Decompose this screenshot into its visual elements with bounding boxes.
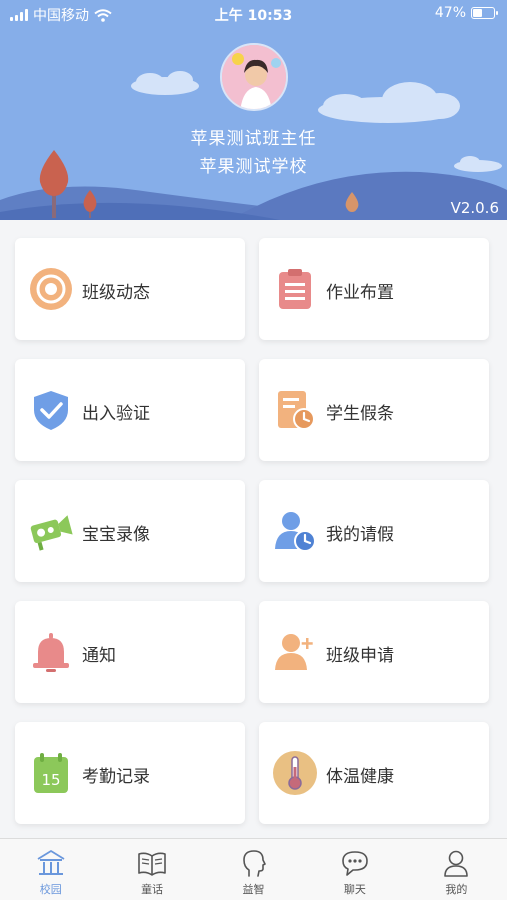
menu-label: 通知 <box>82 646 116 666</box>
teacher-name: 苹果测试班主任 <box>190 129 317 149</box>
menu-card-my-leave[interactable]: 我的请假 <box>259 480 489 582</box>
tab-puzzle[interactable]: 益智 <box>203 839 304 900</box>
avatar[interactable] <box>220 43 288 111</box>
tab-campus[interactable]: 校园 <box>0 839 101 900</box>
tab-stories[interactable]: 童话 <box>101 839 202 900</box>
profile-icon <box>444 850 469 877</box>
status-time: 上午 10:53 <box>214 8 293 24</box>
menu-grid: 班级动态 作业布置 出入验证 学生假条 宝宝录像 我的请假 通知 班级申请 15… <box>0 220 507 838</box>
school-name: 苹果测试学校 <box>199 157 308 177</box>
menu-label: 我的请假 <box>326 525 394 545</box>
bell-icon <box>33 633 69 672</box>
add-user-icon <box>275 634 313 670</box>
menu-card-temperature[interactable]: 体温健康 <box>259 722 489 824</box>
homework-icon <box>279 269 311 309</box>
tab-label: 聊天 <box>343 883 366 896</box>
menu-label: 班级申请 <box>326 646 394 666</box>
book-icon <box>138 852 166 876</box>
head-icon <box>242 850 266 877</box>
menu-card-notice[interactable]: 通知 <box>15 601 245 703</box>
menu-card-access-verify[interactable]: 出入验证 <box>15 359 245 461</box>
menu-card-baby-video[interactable]: 宝宝录像 <box>15 480 245 582</box>
thermometer-icon <box>273 751 317 795</box>
leave-note-icon <box>278 391 315 430</box>
menu-card-class-apply[interactable]: 班级申请 <box>259 601 489 703</box>
tab-chat[interactable]: 聊天 <box>304 839 405 900</box>
tab-label: 童话 <box>141 883 164 896</box>
calendar-icon: 15 <box>34 753 68 793</box>
menu-label: 考勤记录 <box>82 767 150 787</box>
tab-label: 我的 <box>445 883 468 896</box>
calendar-day: 15 <box>41 771 60 789</box>
campus-icon <box>37 850 65 875</box>
menu-card-class-feed[interactable]: 班级动态 <box>15 238 245 340</box>
menu-label: 班级动态 <box>82 283 150 303</box>
app-version: V2.0.6 <box>450 199 499 217</box>
menu-label: 学生假条 <box>326 404 394 424</box>
tab-label: 校园 <box>39 883 62 896</box>
menu-card-homework[interactable]: 作业布置 <box>259 238 489 340</box>
profile-header: 中国移动 上午 10:53 47% 苹果测试班主任 苹果测试学校 V2.0.6 <box>0 0 507 220</box>
bottom-tab-bar: 校园 童话 益智 聊天 我的 <box>0 838 507 900</box>
battery-icon <box>471 7 498 19</box>
tab-label: 益智 <box>242 883 265 896</box>
chat-icon <box>342 851 368 876</box>
camera-icon <box>30 515 73 551</box>
class-feed-icon <box>30 268 72 310</box>
user-clock-icon <box>275 512 316 552</box>
menu-label: 作业布置 <box>326 283 394 303</box>
menu-label: 宝宝录像 <box>82 525 150 545</box>
shield-check-icon <box>34 391 68 430</box>
menu-card-attendance[interactable]: 15 考勤记录 <box>15 722 245 824</box>
status-bar: 中国移动 上午 10:53 47% <box>0 0 507 28</box>
menu-label: 体温健康 <box>326 767 394 787</box>
battery-percent: 47% <box>434 5 466 21</box>
menu-label: 出入验证 <box>82 404 150 424</box>
tab-mine[interactable]: 我的 <box>406 839 507 900</box>
menu-card-student-leave[interactable]: 学生假条 <box>259 359 489 461</box>
